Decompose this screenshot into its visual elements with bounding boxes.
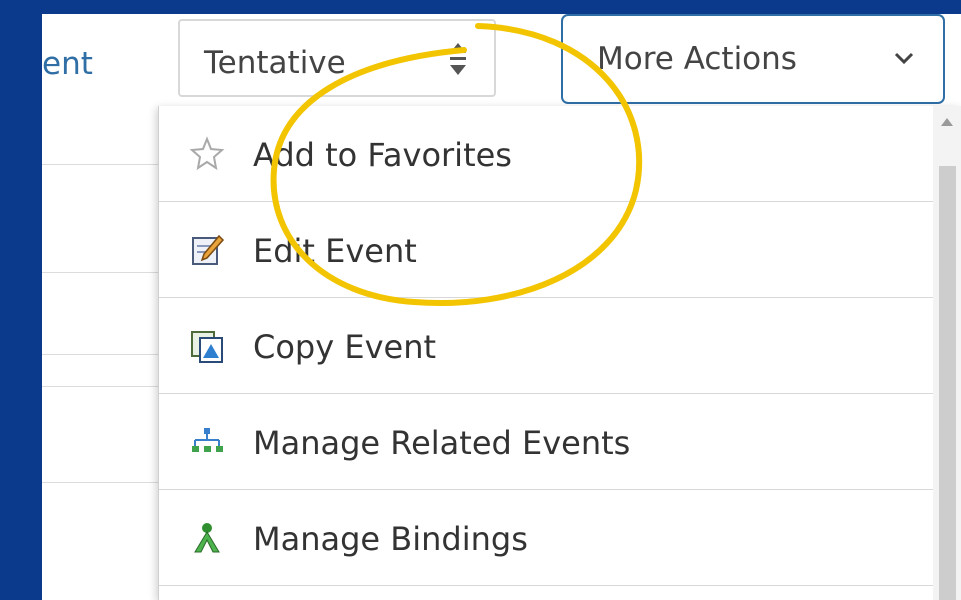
more-actions-menu: Add to Favorites Edit Event Copy Event M…	[158, 106, 961, 600]
background-row-divider	[42, 354, 162, 355]
cropped-field-label: ent	[42, 46, 93, 82]
menu-item-edit-event[interactable]: Edit Event	[159, 202, 933, 298]
state-select[interactable]: Tentative	[178, 19, 496, 97]
background-row-divider	[42, 164, 162, 165]
menu-item-add-to-favorites[interactable]: Add to Favorites	[159, 106, 933, 202]
background-row-divider	[42, 272, 162, 273]
menu-item-copy-event[interactable]: Copy Event	[159, 298, 933, 394]
chevron-down-icon	[894, 52, 914, 65]
hierarchy-icon	[192, 428, 223, 452]
menu-item-label: Manage Related Events	[253, 424, 631, 462]
scroll-up-arrow-icon[interactable]	[939, 116, 955, 128]
menu-item-manage-bindings[interactable]: Manage Bindings	[159, 490, 933, 586]
menu-item-label: Manage Bindings	[253, 520, 528, 558]
menu-scrollbar[interactable]	[933, 106, 961, 600]
edit-pencil-icon	[192, 234, 225, 265]
screen-frame-left	[0, 0, 42, 600]
more-actions-button[interactable]: More Actions	[561, 14, 945, 104]
state-select-value: Tentative	[204, 45, 346, 81]
star-outline-icon	[189, 136, 225, 171]
bindings-icon	[194, 523, 220, 553]
app-panel: ent Tentative More Actions Add to Favori…	[42, 14, 961, 600]
menu-item-label: Edit Event	[253, 232, 417, 270]
background-row-divider	[42, 482, 162, 483]
menu-item-label: Copy Event	[253, 328, 437, 366]
select-arrows-icon	[450, 43, 466, 75]
copy-icon	[191, 331, 223, 363]
screen-frame-top	[0, 0, 961, 14]
scrollbar-thumb[interactable]	[939, 166, 956, 600]
background-row-divider	[42, 386, 162, 387]
menu-item-label: Add to Favorites	[253, 136, 512, 174]
more-actions-label: More Actions	[597, 41, 797, 77]
menu-item-manage-related-events[interactable]: Manage Related Events	[159, 394, 933, 490]
